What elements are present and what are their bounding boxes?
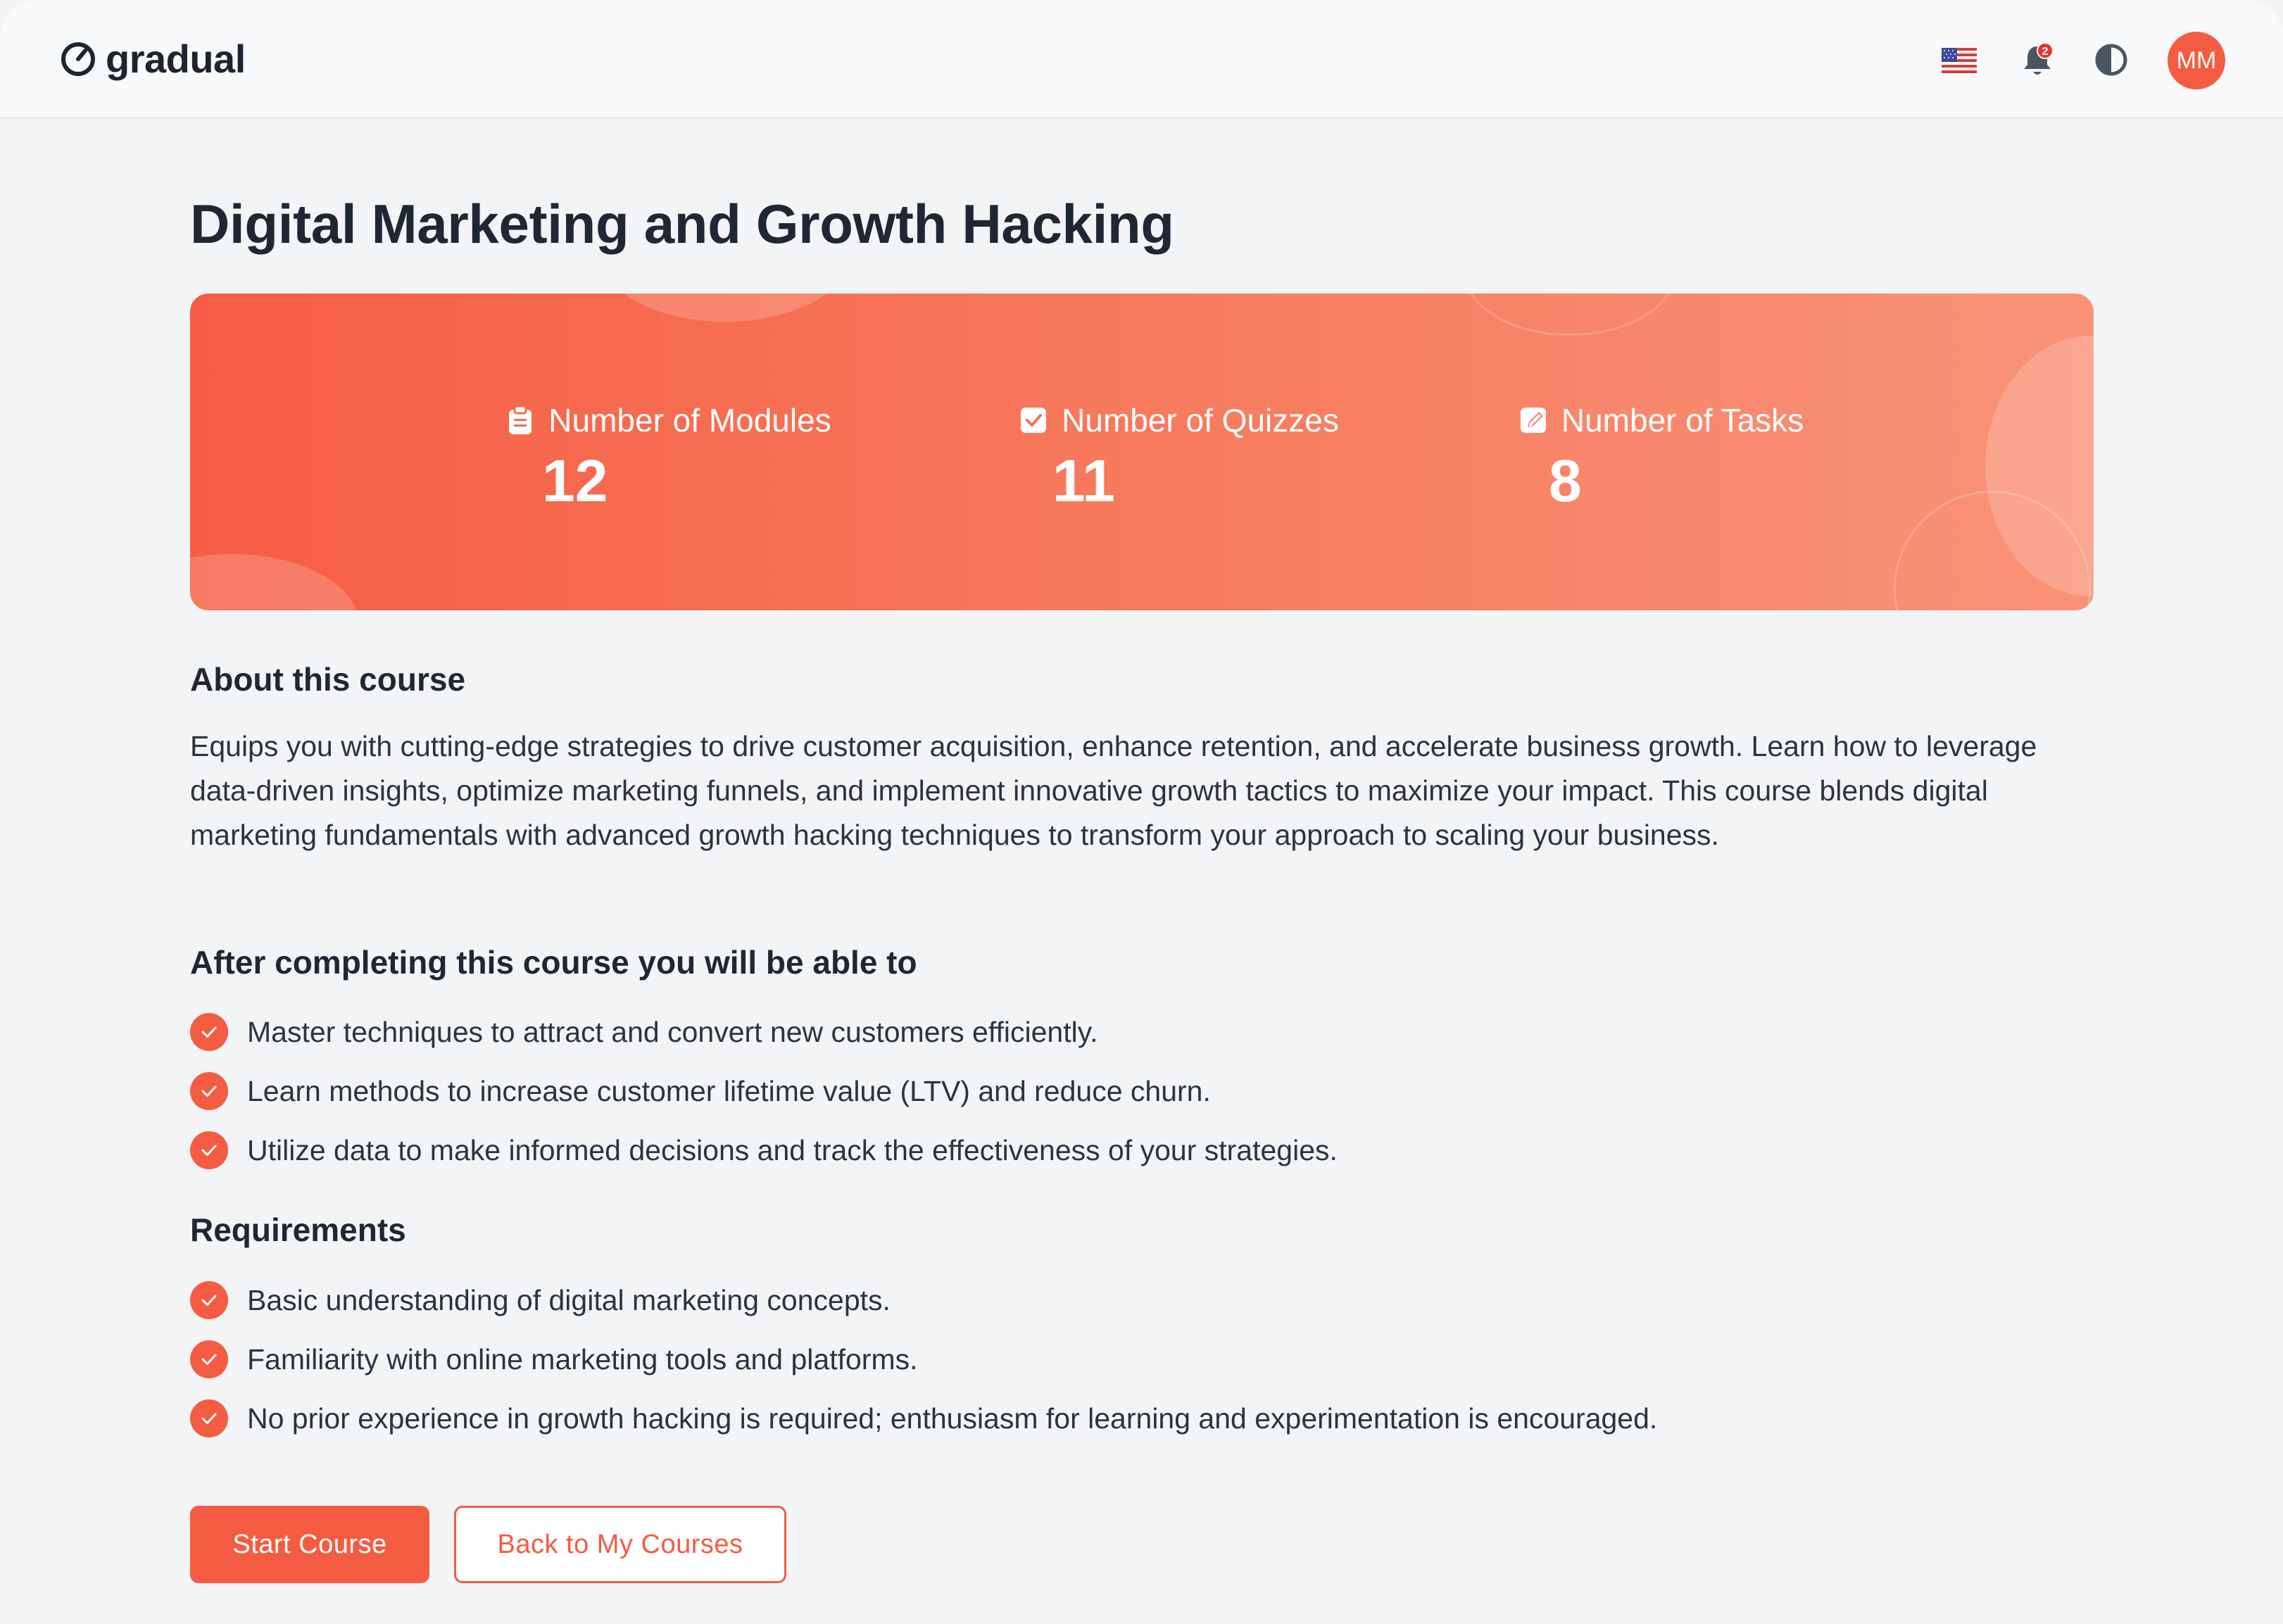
list-item: Familiarity with online marketing tools … <box>190 1330 1657 1389</box>
logo-text: gradual <box>106 37 246 81</box>
stat-tasks-value: 8 <box>1549 448 1582 514</box>
app-window: gradual 2 MM Digital Marketing and Growt… <box>0 0 2283 1624</box>
banner-decoration <box>1464 294 1675 336</box>
stat-modules-value: 12 <box>542 448 608 514</box>
contrast-icon[interactable] <box>2094 42 2129 77</box>
gauge-icon <box>61 42 95 76</box>
avatar[interactable]: MM <box>2168 32 2225 89</box>
list-item: No prior experience in growth hacking is… <box>190 1389 1657 1448</box>
requirement-text: Familiarity with online marketing tools … <box>247 1343 918 1376</box>
outcome-text: Learn methods to increase customer lifet… <box>247 1075 1211 1107</box>
requirements-heading: Requirements <box>190 1211 406 1248</box>
list-item: Master techniques to attract and convert… <box>190 1002 1338 1062</box>
check-circle-icon <box>190 1281 228 1319</box>
top-bar: gradual 2 MM <box>0 0 2283 119</box>
requirement-text: No prior experience in growth hacking is… <box>247 1402 1658 1435</box>
notification-badge: 2 <box>2037 42 2054 59</box>
list-item: Basic understanding of digital marketing… <box>190 1271 1657 1330</box>
about-heading: About this course <box>190 661 466 698</box>
clipboard-icon <box>509 405 532 434</box>
stat-tasks: Number of Tasks 8 <box>1485 399 1837 515</box>
edit-icon <box>1520 408 1546 433</box>
back-to-my-courses-button[interactable]: Back to My Courses <box>454 1506 786 1583</box>
course-stats-banner: Number of Modules 12 Number of Quizzes 1… <box>190 294 2094 610</box>
check-circle-icon <box>190 1399 228 1437</box>
check-circle-icon <box>190 1340 228 1378</box>
outcome-text: Utilize data to make informed decisions … <box>247 1134 1338 1166</box>
us-flag-icon[interactable] <box>1942 48 1977 73</box>
stat-tasks-label: Number of Tasks <box>1561 402 1804 439</box>
outcome-text: Master techniques to attract and convert… <box>247 1016 1098 1048</box>
stat-modules: Number of Modules 12 <box>479 399 859 515</box>
requirement-text: Basic understanding of digital marketing… <box>247 1284 891 1316</box>
stat-modules-label: Number of Modules <box>548 402 831 439</box>
requirements-list: Basic understanding of digital marketing… <box>190 1271 1657 1448</box>
about-text: Equips you with cutting-edge strategies … <box>190 730 2037 851</box>
page-title: Digital Marketing and Growth Hacking <box>190 193 1174 255</box>
stat-quizzes-value: 11 <box>1052 448 1115 514</box>
check-circle-icon <box>190 1013 228 1051</box>
check-circle-icon <box>190 1131 228 1169</box>
checkbox-icon <box>1021 408 1047 433</box>
list-item: Learn methods to increase customer lifet… <box>190 1062 1338 1121</box>
logo[interactable]: gradual <box>59 35 246 83</box>
banner-decoration <box>598 294 852 322</box>
check-circle-icon <box>190 1072 228 1110</box>
stat-quizzes: Number of Quizzes 11 <box>989 399 1369 515</box>
banner-decoration <box>190 554 359 610</box>
list-item: Utilize data to make informed decisions … <box>190 1121 1338 1180</box>
outcomes-list: Master techniques to attract and convert… <box>190 1002 1338 1180</box>
stat-quizzes-label: Number of Quizzes <box>1062 402 1339 439</box>
outcomes-heading: After completing this course you will be… <box>190 944 917 981</box>
start-course-button[interactable]: Start Course <box>190 1506 429 1583</box>
